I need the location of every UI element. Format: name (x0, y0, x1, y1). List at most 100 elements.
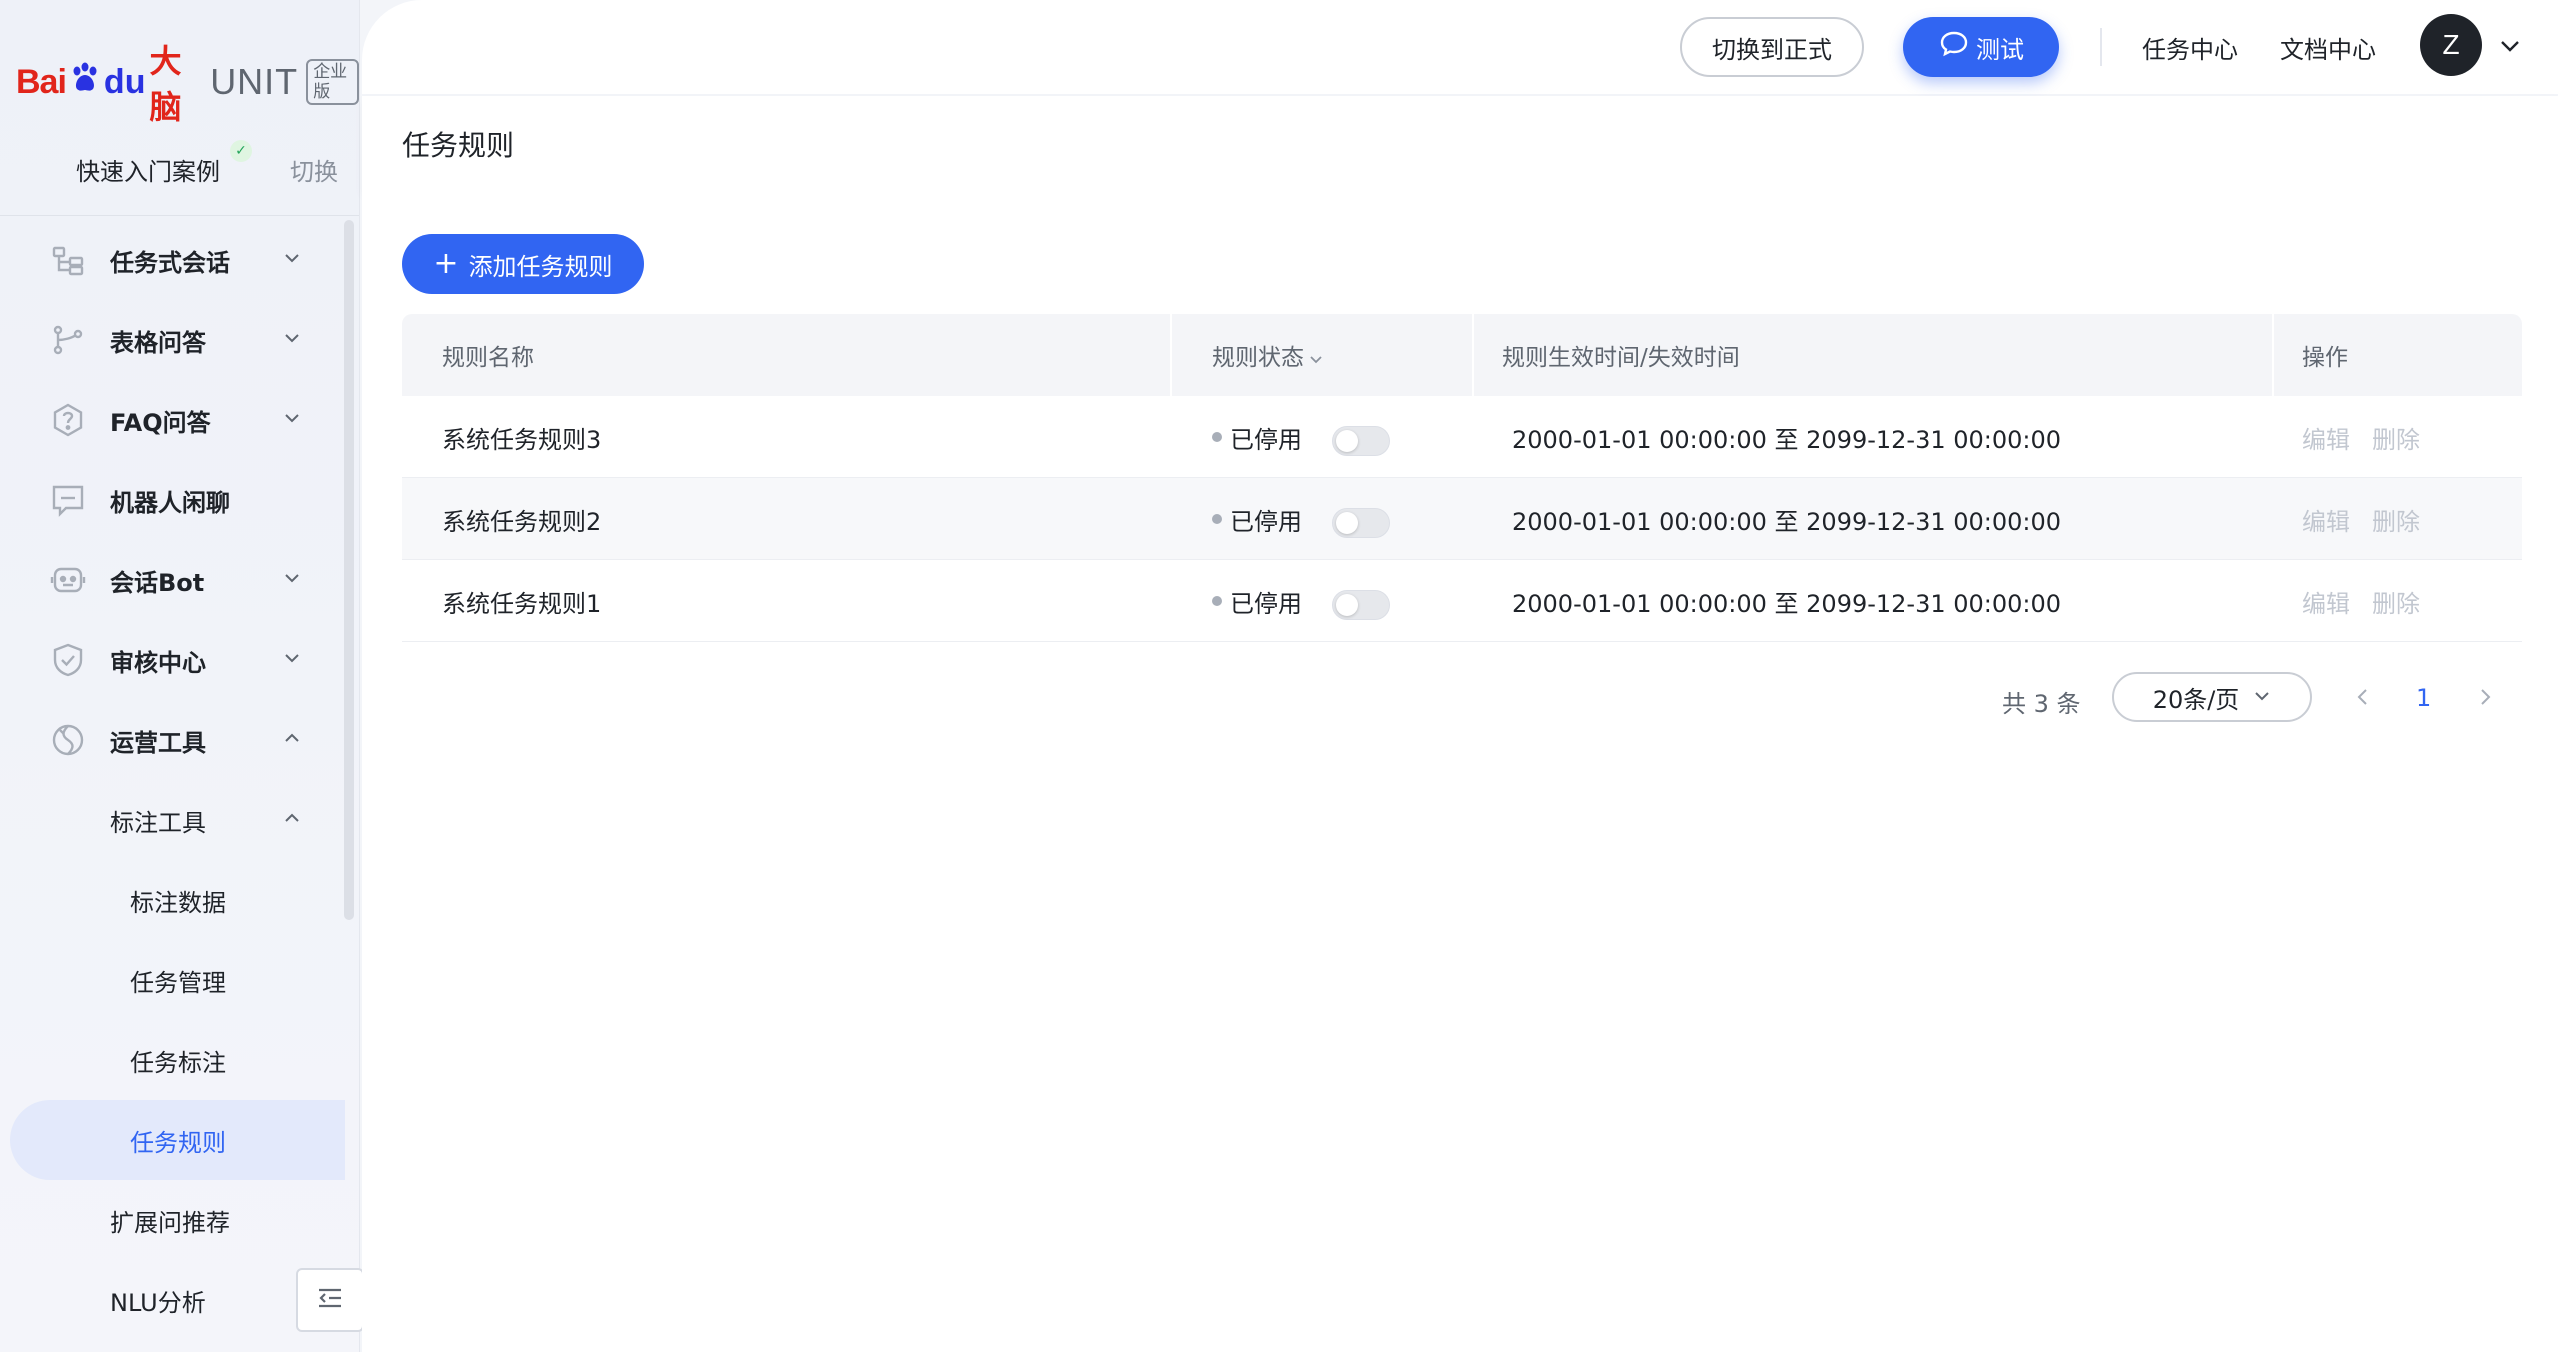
sidebar-item-review-center[interactable]: 审核中心 (0, 620, 345, 700)
sidebar-item-label: 任务标注 (130, 1048, 226, 1077)
sidebar-item-task-dialog[interactable]: 任务式会话 (0, 220, 345, 300)
chevron-right-icon[interactable] (2474, 686, 2496, 708)
table-row: 系统任务规则2 已停用 2000-01-01 00:00:00 至 2099-1… (402, 478, 2522, 560)
sidebar-item-dialog-bot[interactable]: 会话Bot (0, 540, 345, 620)
delete-link[interactable]: 删除 (2372, 584, 2420, 619)
status-text: 已停用 (1230, 507, 1302, 536)
status-toggle[interactable] (1332, 426, 1390, 456)
page-number-current[interactable]: 1 (2416, 684, 2431, 712)
header-divider (2100, 28, 2102, 66)
toggle-knob (1336, 594, 1358, 616)
chat-bubble-icon (1938, 28, 1976, 66)
rule-name: 系统任务规则3 (442, 425, 602, 454)
paw-icon (68, 61, 102, 104)
sidebar-item-nlu-analysis[interactable]: NLU分析 (0, 1260, 345, 1340)
sidebar-item-ops-tools[interactable]: 运营工具 (0, 700, 345, 780)
chevron-down-icon[interactable] (2498, 34, 2522, 58)
sidebar-item-label: 标注工具 (110, 808, 206, 837)
status-text: 已停用 (1230, 589, 1302, 618)
sidebar-item-label: 机器人闲聊 (110, 488, 230, 517)
question-hexagon-icon (50, 402, 86, 438)
sidebar-item-label: 任务规则 (130, 1128, 226, 1157)
collapse-sidebar-button[interactable] (296, 1268, 364, 1332)
column-header-rule-name: 规则名称 (442, 345, 534, 371)
main-content: + 添加任务规则 规则名称 规则状态 规则生效时间/失效时间 操作 系统任务规则… (362, 192, 2558, 1352)
collapse-icon (315, 1283, 345, 1317)
chevron-left-icon[interactable] (2352, 686, 2374, 708)
edit-link[interactable]: 编辑 (2302, 420, 2350, 455)
sidebar-item-label: FAQ问答 (110, 408, 211, 437)
status-toggle[interactable] (1332, 590, 1390, 620)
rule-name: 系统任务规则2 (442, 507, 602, 536)
sidebar-item-chitchat[interactable]: 机器人闲聊 (0, 460, 345, 540)
edit-link[interactable]: 编辑 (2302, 502, 2350, 537)
chevron-up-icon (282, 808, 302, 828)
status-text: 已停用 (1230, 425, 1302, 454)
sidebar-item-table-qa[interactable]: 表格问答 (0, 300, 345, 380)
logo-brain: 大脑 (149, 42, 182, 126)
sidebar-item-label: 运营工具 (110, 728, 206, 757)
toggle-knob (1336, 512, 1358, 534)
sidebar-item-task-rules[interactable]: 任务规则 (10, 1100, 345, 1180)
logo-bai: Bai (16, 62, 67, 101)
product-name: UNIT (210, 61, 299, 102)
sidebar-scrollbar[interactable] (344, 220, 354, 920)
doc-center-link[interactable]: 文档中心 (2280, 30, 2376, 65)
switch-to-production-button[interactable]: 切换到正式 (1680, 17, 1864, 77)
effective-time: 2000-01-01 00:00:00 至 2099-12-31 00:00:0… (1512, 589, 2062, 618)
sidebar-item-annotation-tools[interactable]: 标注工具 (0, 780, 345, 860)
tree-icon (50, 242, 86, 278)
tools-icon (50, 722, 86, 758)
sidebar-item-annotation-data[interactable]: 标注数据 (0, 860, 345, 940)
project-switch-link[interactable]: 切换 (290, 152, 338, 187)
project-selector: 快速入门案例 ✓ 切换 (0, 140, 359, 216)
toggle-knob (1336, 430, 1358, 452)
sidebar-item-label: 表格问答 (110, 328, 206, 357)
status-toggle[interactable] (1332, 508, 1390, 538)
add-task-rule-button[interactable]: + 添加任务规则 (402, 234, 644, 294)
table-row: 系统任务规则3 已停用 2000-01-01 00:00:00 至 2099-1… (402, 396, 2522, 478)
rule-name: 系统任务规则1 (442, 589, 602, 618)
task-center-link[interactable]: 任务中心 (2142, 30, 2238, 65)
delete-link[interactable]: 删除 (2372, 502, 2420, 537)
test-button-label: 测试 (1976, 35, 2024, 64)
sidebar-item-label: 任务式会话 (110, 248, 230, 277)
status-badge: 已停用 (1212, 396, 1302, 478)
sidebar-item-faq[interactable]: FAQ问答 (0, 380, 345, 460)
row-actions: 编辑 删除 (2302, 396, 2420, 478)
sidebar-item-label: 标注数据 (130, 888, 226, 917)
baidu-unit-logo[interactable]: Bai du 大脑 UNIT 企业版 (16, 42, 359, 126)
status-badge: 已停用 (1212, 560, 1302, 642)
column-divider (2272, 314, 2274, 396)
chevron-down-icon (282, 328, 302, 348)
add-task-rule-label: 添加任务规则 (468, 252, 613, 281)
chevron-down-icon (282, 568, 302, 588)
sidebar-item-extended-question[interactable]: 扩展问推荐 (0, 1180, 345, 1260)
delete-link[interactable]: 删除 (2372, 420, 2420, 455)
pagination-total: 共 3 条 (2002, 690, 2081, 718)
sidebar-item-task-management[interactable]: 任务管理 (0, 940, 345, 1020)
effective-time: 2000-01-01 00:00:00 至 2099-12-31 00:00:0… (1512, 507, 2062, 536)
sidebar-item-task-annotation[interactable]: 任务标注 (0, 1020, 345, 1100)
sidebar-item-label: 任务管理 (130, 968, 226, 997)
sidebar-item-label: 审核中心 (110, 648, 206, 677)
avatar[interactable]: Z (2420, 14, 2482, 76)
test-button[interactable]: 测试 (1903, 17, 2059, 77)
sidebar-item-label: 扩展问推荐 (110, 1208, 230, 1237)
task-rules-table: 规则名称 规则状态 规则生效时间/失效时间 操作 系统任务规则3 已停用 200… (402, 314, 2522, 642)
column-header-rule-status[interactable]: 规则状态 (1212, 314, 1324, 396)
bot-icon (50, 562, 86, 598)
chevron-down-icon (282, 248, 302, 268)
page-size-select[interactable]: 20条/页 (2112, 672, 2312, 722)
column-divider (1472, 314, 1474, 396)
table-row: 系统任务规则1 已停用 2000-01-01 00:00:00 至 2099-1… (402, 560, 2522, 642)
logo-du: du (103, 62, 146, 101)
edition-badge: 企业版 (306, 59, 359, 105)
sidebar-nav: 任务式会话 表格问答 FAQ问答 机器人闲聊 会话Bot 审核中心 运营工具 标… (0, 220, 345, 1340)
edit-link[interactable]: 编辑 (2302, 584, 2350, 619)
sidebar-item-label: 会话Bot (110, 568, 205, 597)
branch-icon (50, 322, 86, 358)
column-divider (1170, 314, 1172, 396)
pagination: 共 3 条 20条/页 1 (362, 672, 2522, 732)
chat-box-icon (50, 482, 86, 518)
